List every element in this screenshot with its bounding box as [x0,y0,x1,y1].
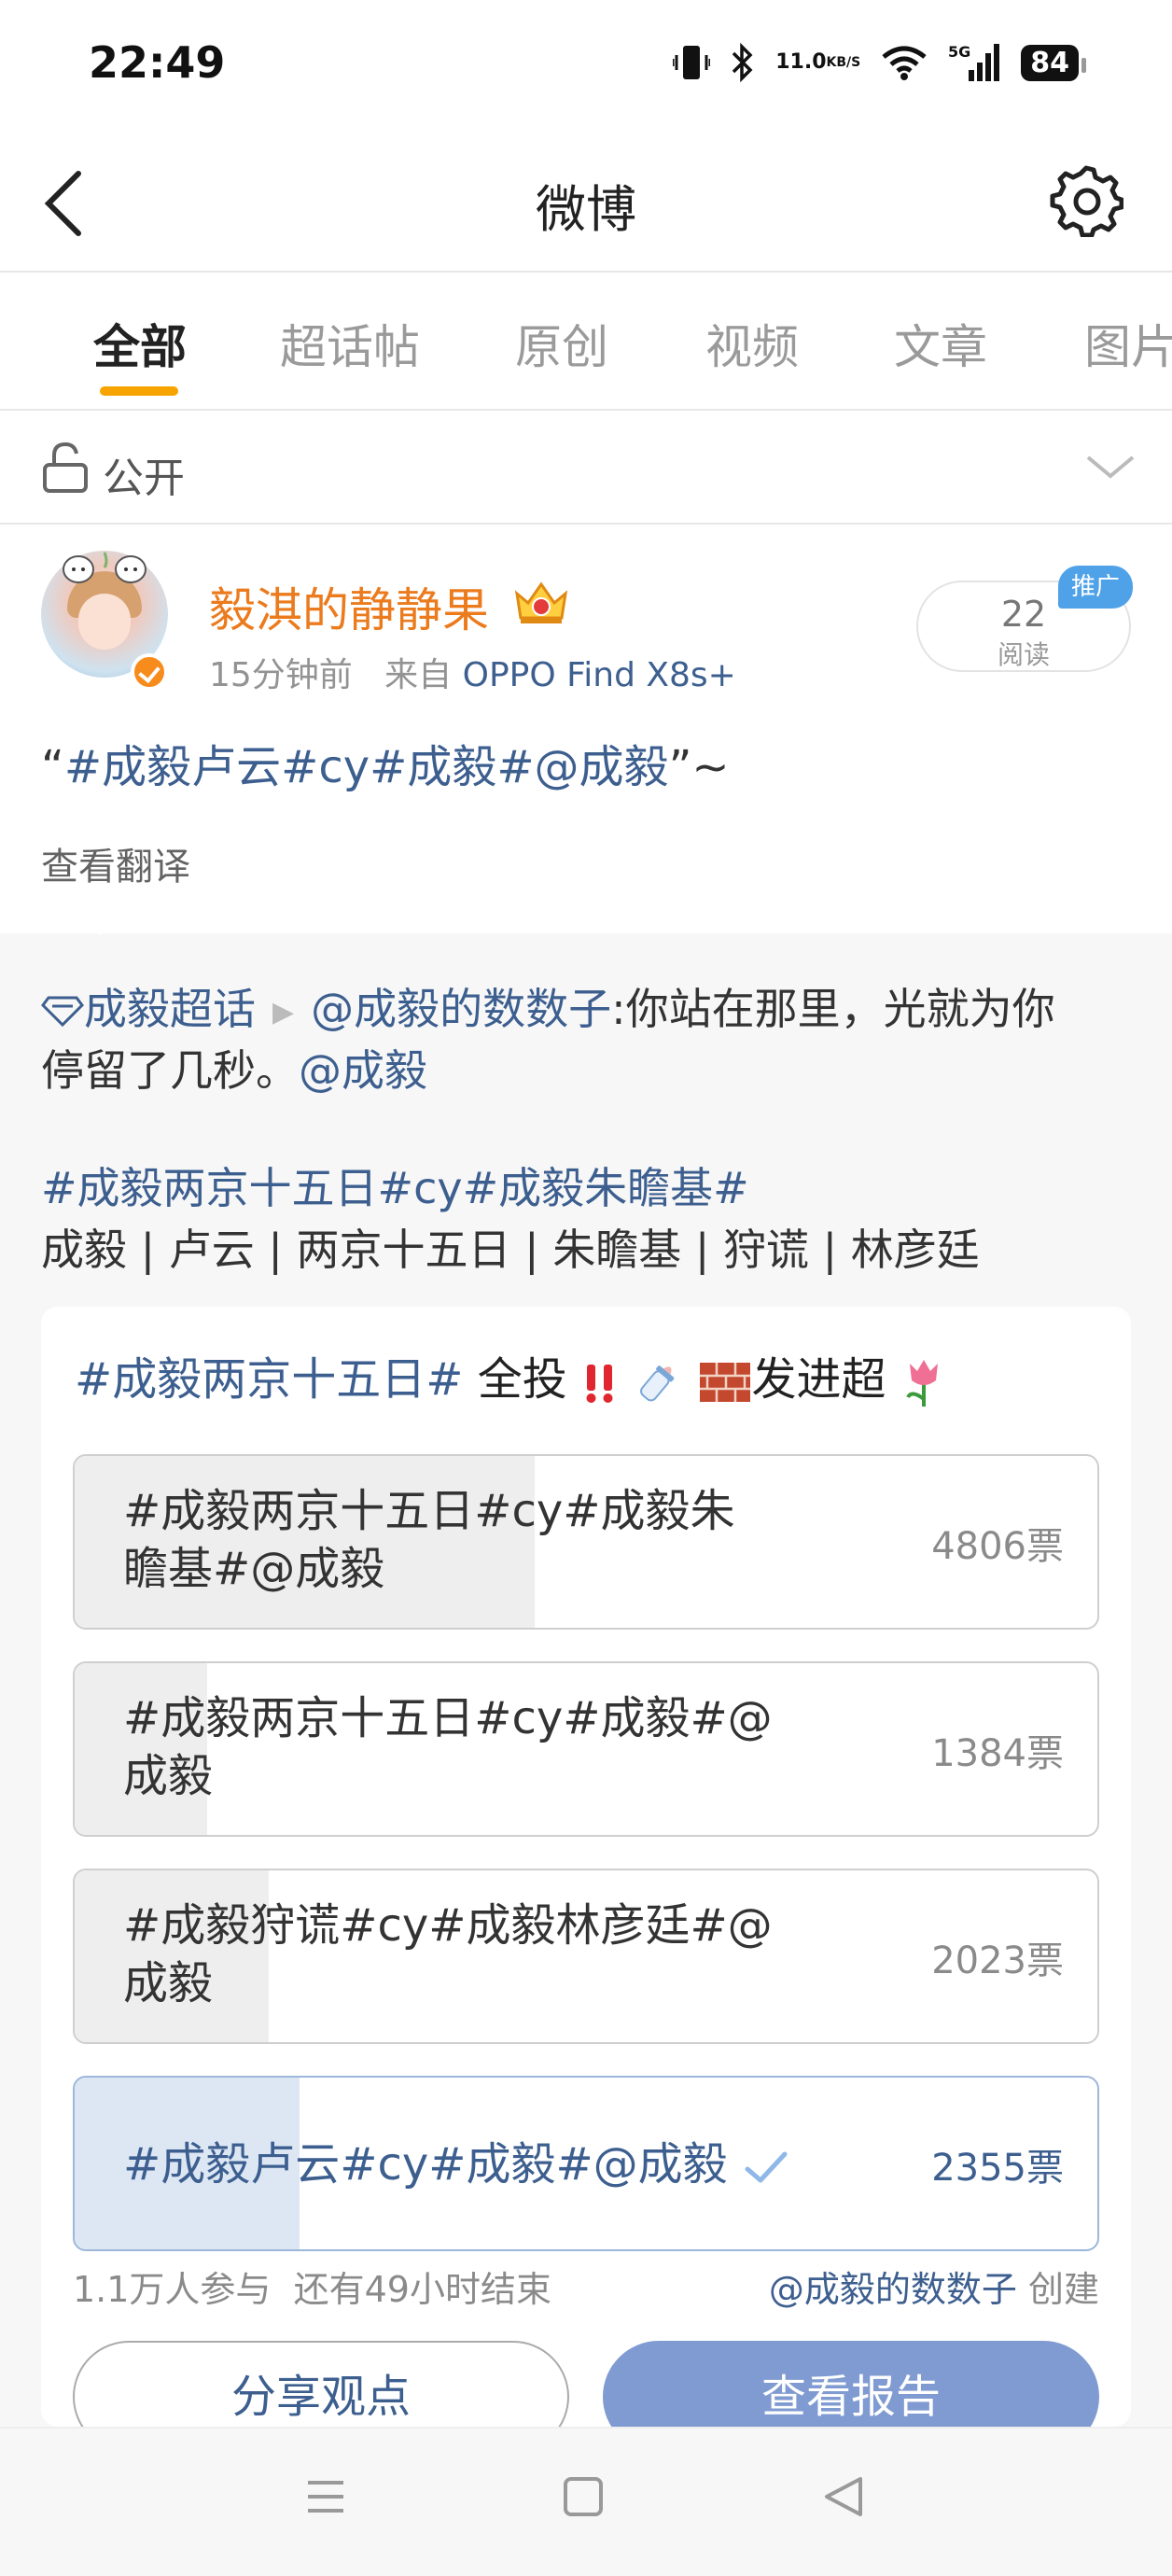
chevron-down-icon [1084,448,1137,485]
visibility-label: 公开 [103,455,185,502]
poll-option-2-line2: 成毅 [123,1750,214,1802]
menu-icon[interactable] [304,2475,347,2518]
lock-icon [41,439,90,495]
poll-time-left: 还有49小时结束 [293,2269,551,2310]
page-title: 微博 [536,180,636,239]
status-icons: 11.0 KB/S 5G 84 [673,39,1086,86]
post-text: “#成毅卢云#cy#成毅#@成毅”~ [41,730,730,795]
wifi-icon [881,44,928,81]
network-speed-value: 11.0 [775,50,827,74]
home-icon[interactable] [564,2477,603,2516]
vibrate-icon [673,42,711,83]
poll-option-4-votes: 2355票 [931,2147,1064,2190]
gear-icon[interactable] [1049,162,1124,238]
poll-title-text1: 全投 [463,1353,567,1406]
avatar-decoration-icon [63,552,146,583]
user-name[interactable]: 毅淇的静静果 [209,573,489,640]
tulip-icon [906,1360,938,1407]
post-text-topics[interactable]: #成毅卢云#cy#成毅#@成毅 [64,741,669,793]
caret-right-icon: ▶ [272,995,295,1029]
poll-option-4-line1: #成毅卢云#cy#成毅#@成毅 [123,2138,728,2191]
status-bar: 22:49 11.0 KB/S 5G 84 [0,0,1172,131]
poll-option-4[interactable]: #成毅卢云#cy#成毅#@成毅 2355票 [73,2076,1099,2251]
repost-text-line2: 停留了几秒。@成毅 [41,1040,427,1101]
cellular-signal-icon: 5G [948,42,1000,83]
poll-option-4-text: #成毅卢云#cy#成毅#@成毅 [123,2135,795,2193]
reads-label: 阅读 [997,639,1050,670]
poll-option-2-text: #成毅两京十五日#cy#成毅#@ 成毅 [123,1689,795,1805]
poll-option-1-line2: 瞻基#@成毅 [123,1543,385,1595]
system-nav-bar [0,2427,1172,2576]
poll-participants: 1.1万人参与 [73,2269,272,2310]
poll-creator-name[interactable]: @成毅的数数子 [769,2269,1017,2310]
translate-link[interactable]: 查看翻译 [41,836,190,890]
poll-creator: @成毅的数数子 创建 [769,2261,1099,2312]
repost-mention[interactable]: @成毅 [299,1045,427,1096]
post-text-open-quote: “ [41,741,64,793]
poll-option-1-text: #成毅两京十五日#cy#成毅朱 瞻基#@成毅 [123,1482,795,1598]
repost-pointer [78,915,123,935]
poll-option-2-votes: 1384票 [931,1732,1064,1775]
poll-title-text2: 发进超 [751,1353,886,1406]
verified-icon [131,653,168,691]
repost-text-part1: :你站在那里，光就为你 [611,984,1055,1034]
poll-option-1-line1: #成毅两京十五日#cy#成毅朱 [123,1485,735,1537]
poll-title-topic[interactable]: #成毅两京十五日# [75,1353,463,1406]
poll-option-3-line2: 成毅 [123,1957,214,2009]
poll-option-2-line1: #成毅两京十五日#cy#成毅#@ [123,1692,773,1744]
poll-creator-suffix: 创建 [1016,2269,1099,2310]
tab-supertopic-posts[interactable]: 超话帖 [280,310,420,377]
double-exclamation-icon [586,1365,613,1403]
poll-stats: 1.1万人参与 还有49小时结束 [73,2261,551,2312]
poll-option-1-votes: 4806票 [931,1525,1064,1568]
network-speed: 11.0 KB/S [775,50,861,74]
tab-bar: 全部 超话帖 原创 视频 文章 图片 [0,273,1172,411]
active-tab-indicator [100,386,178,396]
repost-topic-line[interactable]: #成毅两京十五日#cy#成毅朱瞻基# [41,1157,749,1219]
tab-article[interactable]: 文章 [894,310,987,377]
check-icon [745,2151,788,2183]
post-time: 15分钟前 [209,656,353,694]
poll-option-1[interactable]: #成毅两京十五日#cy#成毅朱 瞻基#@成毅 4806票 [73,1454,1099,1630]
supertopic-link[interactable]: 成毅超话 [84,984,256,1034]
post-meta: 15分钟前 来自 OPPO Find X8s+ [209,648,736,696]
repost-author-mention[interactable]: @成毅的数数子 [311,984,611,1034]
tab-video[interactable]: 视频 [705,310,799,377]
poll-option-3-votes: 2023票 [931,1939,1064,1982]
post-source-device[interactable]: OPPO Find X8s+ [463,656,736,694]
promote-badge[interactable]: 推广 [1058,566,1133,609]
visibility-selector[interactable]: 公开 [0,411,1172,525]
poll-title: #成毅两京十五日# 全投 发进超 [75,1342,947,1408]
poll-option-3-text: #成毅狩谎#cy#成毅林彦廷#@ 成毅 [123,1897,795,2012]
repost-names-line: 成毅 | 卢云 | 两京十五日 | 朱瞻基 | 狩谎 | 林彦廷 [41,1225,980,1275]
signal-label: 5G [948,43,970,61]
back-triangle-icon[interactable] [821,2473,866,2520]
supertopic-diamond-icon [41,996,84,1028]
post-text-close: ”~ [668,741,730,793]
repost-text-line1: 成毅超话 ▶ @成毅的数数子:你站在那里，光就为你 [41,978,1055,1043]
post-source-prefix: 来自 [384,656,453,694]
tab-original[interactable]: 原创 [515,310,608,377]
poll-option-2[interactable]: #成毅两京十五日#cy#成毅#@ 成毅 1384票 [73,1661,1099,1837]
brick-icon [699,1363,750,1402]
poll-option-3[interactable]: #成毅狩谎#cy#成毅林彦廷#@ 成毅 2023票 [73,1869,1099,2044]
repost-text-part2: 停留了几秒。 [41,1045,299,1096]
bluetooth-icon [731,42,755,83]
screen: 22:49 11.0 KB/S 5G 84 微博 全部 超话帖 原创 视频 文章… [0,0,1172,2576]
crown-icon [511,575,571,627]
tab-images[interactable]: 图片 [1084,310,1172,377]
avatar-face [78,594,131,650]
tab-all[interactable]: 全部 [93,310,187,377]
status-time: 22:49 [89,37,226,88]
top-nav-bar: 微博 [0,131,1172,273]
poll-option-3-line1: #成毅狩谎#cy#成毅林彦廷#@ [123,1899,773,1952]
network-speed-unit: KB/S [826,55,861,70]
baby-bottle-icon [640,1365,675,1402]
poll-card: #成毅两京十五日# 全投 发进超 #成毅两京十五日#cy#成毅朱 瞻基#@成毅 … [41,1307,1131,2453]
battery-indicator: 84 [1021,44,1086,81]
